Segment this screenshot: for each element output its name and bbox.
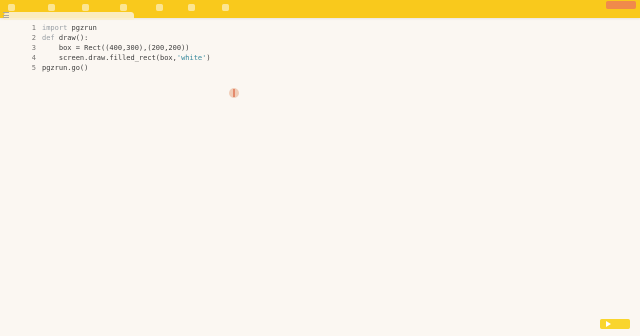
run-button[interactable] (600, 319, 630, 329)
file-icon (48, 3, 55, 11)
gear-icon (188, 3, 195, 11)
code-token: 'white' (176, 54, 207, 62)
line-number: 5 (31, 64, 36, 72)
code-token: ) (206, 54, 211, 62)
settings-button[interactable] (188, 2, 198, 12)
code-token: screen.draw.filled_rect(box, (42, 54, 177, 62)
line-number: 1 (31, 24, 36, 32)
code-token: import (42, 24, 68, 32)
home-button[interactable] (120, 2, 130, 12)
share-icon (222, 3, 229, 11)
code-editor[interactable]: 1 import pgzrun 2 def draw(): 3 box = Rect((… (26, 23, 626, 323)
line-number: 3 (31, 44, 36, 52)
code-line[interactable]: 5 pgzrun.go() (26, 63, 626, 73)
code-line[interactable]: 4 screen.draw.filled_rect(box,'white') (26, 53, 626, 63)
file-menu-button[interactable] (48, 2, 58, 12)
help-button[interactable] (606, 1, 636, 9)
mouse-cursor-indicator (229, 88, 239, 98)
home-icon (120, 3, 127, 11)
line-number: 2 (31, 34, 36, 42)
run-menu-button[interactable] (82, 2, 92, 12)
menu-icon[interactable] (3, 12, 9, 18)
code-line[interactable]: 1 import pgzrun (26, 23, 626, 33)
code-token: pgzrun (67, 24, 97, 32)
logo-icon (8, 3, 15, 11)
play-icon (606, 321, 611, 327)
code-line[interactable]: 2 def draw(): (26, 33, 626, 43)
code-token: def (42, 34, 55, 42)
code-line[interactable]: 3 box = Rect((400,300),(200,200)) (26, 43, 626, 53)
share-button[interactable] (222, 2, 232, 12)
file-tab[interactable] (4, 12, 134, 20)
play-icon (82, 3, 89, 11)
code-token: pgzrun.go() (42, 64, 89, 72)
code-token: draw(): (54, 34, 89, 42)
save-button[interactable] (156, 2, 166, 12)
save-icon (156, 3, 163, 11)
line-number: 4 (31, 54, 36, 62)
app-logo (8, 2, 18, 12)
code-token: box = Rect((400,300),(200,200)) (42, 44, 190, 52)
